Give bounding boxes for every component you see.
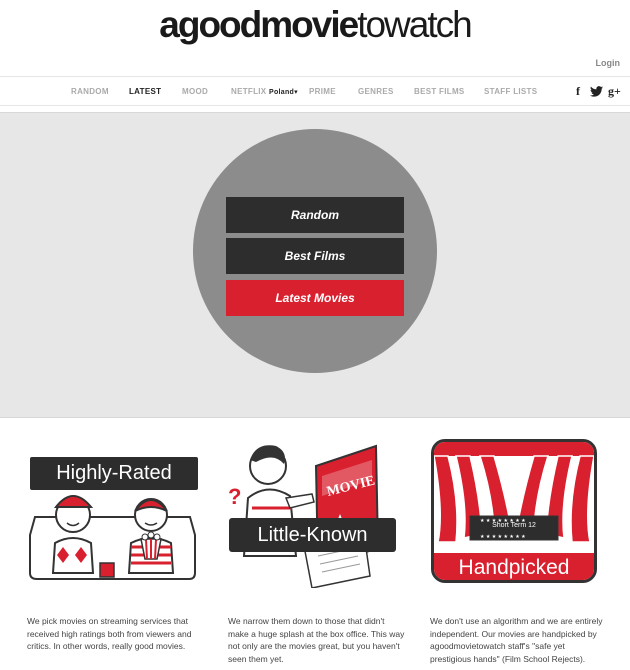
best-films-button[interactable]: Best Films [226, 238, 404, 274]
nav-mood[interactable]: MOOD [182, 87, 208, 96]
nav-random[interactable]: RANDOM [71, 87, 109, 96]
little-known-text: We narrow them down to those that didn't… [228, 616, 405, 664]
handpicked-illustration: ★ ★ ★ ★ ★ ★ ★ ★ ★ ★ ★ ★ ★ ★ ★ ★ Short Te… [431, 439, 597, 583]
main-nav: RANDOM LATEST MOOD NETFLIX Poland▾ PRIME… [0, 76, 630, 106]
login-link[interactable]: Login [596, 58, 621, 68]
random-button[interactable]: Random [226, 197, 404, 233]
highly-rated-text: We pick movies on streaming services tha… [27, 616, 192, 651]
logo-light: towatch [357, 4, 473, 45]
caret-down-icon: ▾ [294, 89, 298, 96]
nav-netflix-label: NETFLIX [231, 87, 267, 96]
logo-bold: agoodmovie [159, 4, 359, 45]
highly-rated-label: Highly-Rated [30, 457, 198, 490]
nav-prime[interactable]: PRIME [309, 87, 336, 96]
nav-latest[interactable]: LATEST [129, 87, 161, 96]
facebook-icon[interactable]: f [576, 84, 580, 99]
google-plus-icon[interactable]: g+ [608, 84, 621, 99]
nav-netflix[interactable]: NETFLIX Poland▾ [231, 87, 298, 96]
svg-text:?: ? [228, 484, 241, 509]
marquee-sign: Short Term 12 [492, 522, 536, 529]
svg-text:★ ★ ★ ★ ★ ★ ★ ★: ★ ★ ★ ★ ★ ★ ★ ★ [480, 534, 526, 540]
handpicked-label: Handpicked [434, 553, 594, 580]
little-known-illustration: MOVIE ? [228, 444, 380, 588]
nav-staff-lists[interactable]: STAFF LISTS [484, 87, 537, 96]
site-logo[interactable]: agoodmovietowatch [0, 4, 630, 46]
nav-genres[interactable]: GENRES [358, 87, 394, 96]
country-select[interactable]: Poland [269, 89, 294, 96]
little-known-label: Little-Known [229, 518, 396, 552]
twitter-icon[interactable] [590, 86, 603, 97]
curtain-graphic: ★ ★ ★ ★ ★ ★ ★ ★ ★ ★ ★ ★ ★ ★ ★ ★ [434, 442, 594, 543]
nav-best-films[interactable]: BEST FILMS [414, 87, 465, 96]
latest-movies-button[interactable]: Latest Movies [226, 280, 404, 316]
handpicked-text: We don't use an algorithm and we are ent… [430, 616, 603, 664]
